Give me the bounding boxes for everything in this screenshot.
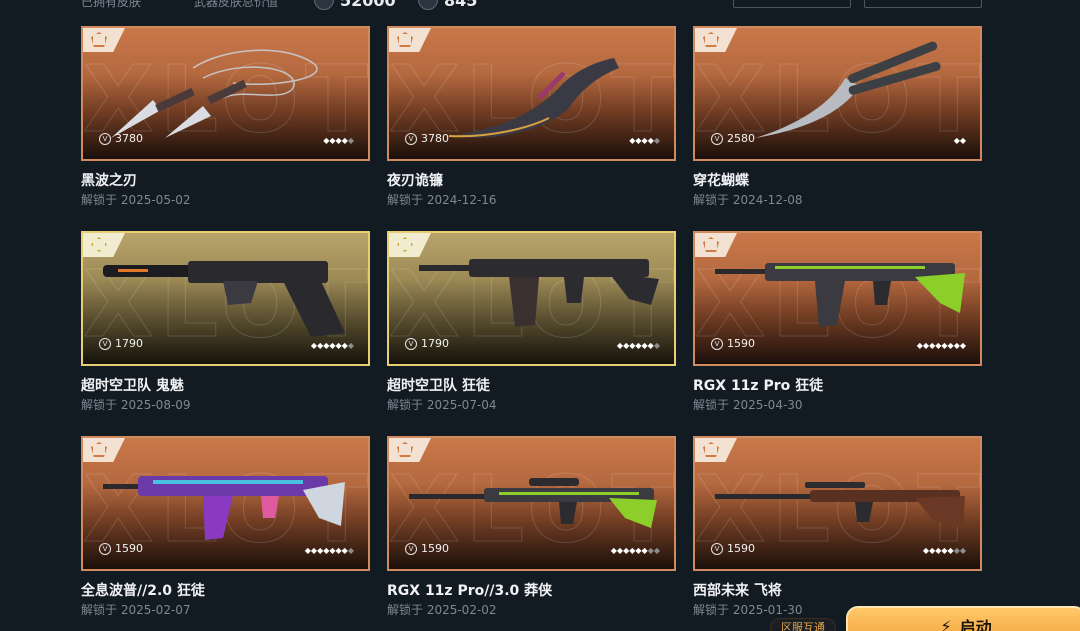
skin-price-value: 1590 (421, 542, 449, 555)
vp-currency-icon: V (99, 337, 111, 350)
skin-name: 西部未来 飞将 (693, 583, 782, 599)
deluxe-tier-icon (703, 237, 719, 252)
vp-currency-icon: V (711, 132, 723, 145)
skin-card[interactable]: XLOT V 3780 ◆◆◆◆◆ (387, 26, 676, 161)
skin-price-value: 2580 (727, 132, 755, 145)
skin-name: 全息波普//2.0 狂徒 (81, 583, 205, 599)
skin-price: V 3780 (99, 132, 143, 145)
skin-item[interactable]: XLOT V 1590 ◆◆◆◆◆◆◆◆ RGX 11z Pro//3.0 莽侠 解锁于 … (387, 436, 676, 617)
unlock-date: 解锁于 2025-02-02 (387, 603, 497, 617)
launch-button-label: 启动 (959, 618, 992, 631)
skin-rating: ◆◆◆◆◆◆◆ (616, 341, 660, 350)
unlock-date: 解锁于 2024-12-08 (693, 193, 803, 207)
rp-coin-icon (418, 0, 438, 10)
skin-rating: ◆◆◆◆◆◆◆◆ (610, 546, 660, 555)
skin-card[interactable]: XLOT V 1590 ◆◆◆◆◆◆◆ (693, 436, 982, 571)
top-summary-bar: 已拥有皮肤 武器皮肤总价值 52000 845 (0, 0, 1080, 14)
filter-button[interactable] (733, 0, 851, 8)
skin-item[interactable]: XLOT V 1790 ◆◆◆◆◆◆◆ 超时空卫队 鬼魅 解锁于 2025-08-09 (81, 231, 370, 412)
skin-price: V 1790 (405, 337, 449, 350)
skin-price: V 1590 (711, 337, 755, 350)
vp-currency-icon: V (405, 337, 417, 350)
skin-price: V 1590 (405, 542, 449, 555)
lightning-icon: ⚡ (940, 616, 952, 631)
skin-name: 黑波之刃 (81, 173, 137, 189)
skin-price: V 3780 (405, 132, 449, 145)
vp-total-value: 52000 (340, 0, 396, 10)
skin-price-value: 3780 (115, 132, 143, 145)
skin-rating: ◆◆◆◆◆ (323, 136, 354, 145)
skin-item[interactable]: XLOTV1590◆◆◆◆◆◆◆◆全息波普//2.0 狂徒解锁于 2025-02… (81, 436, 370, 617)
vp-currency-icon: V (711, 337, 723, 350)
deluxe-tier-icon (91, 442, 107, 457)
unlock-date: 解锁于 2025-08-09 (81, 398, 191, 412)
unlock-date: 解锁于 2025-04-30 (693, 398, 803, 412)
skin-name: 穿花蝴蝶 (693, 173, 749, 189)
skin-rating: ◆◆ (953, 136, 966, 145)
vp-currency-icon: V (405, 542, 417, 555)
skin-price-value: 1790 (421, 337, 449, 350)
skin-item[interactable]: XLOTV1590◆◆◆◆◆◆◆◆RGX 11z Pro 狂徒解锁于 2025-… (693, 231, 982, 412)
unlock-date: 解锁于 2025-02-07 (81, 603, 191, 617)
skin-card[interactable]: XLOTV1590◆◆◆◆◆◆◆◆ (81, 436, 370, 571)
rp-total-stat: 845 (418, 0, 477, 10)
unlock-date: 解锁于 2024-12-16 (387, 193, 497, 207)
cross-server-tag: 区服互通 (770, 618, 836, 631)
skin-item[interactable]: XLOTV1790◆◆◆◆◆◆◆超时空卫队 狂徒解锁于 2025-07-04 (387, 231, 676, 412)
skin-name: 超时空卫队 鬼魅 (81, 378, 184, 394)
vp-currency-icon: V (99, 132, 111, 145)
skin-rating: ◆◆◆◆◆ (629, 136, 660, 145)
launch-button[interactable]: ⚡ 启动 (846, 606, 1080, 631)
deluxe-tier-icon (397, 32, 413, 47)
skin-price: V 1790 (99, 337, 143, 350)
skin-card[interactable]: XLOTV1590◆◆◆◆◆◆◆◆ (387, 436, 676, 571)
skin-item[interactable]: XLOTV2580◆◆穿花蝴蝶解锁于 2024-12-08 (693, 26, 982, 207)
skin-rating: ◆◆◆◆◆◆◆ (310, 341, 354, 350)
skin-item[interactable]: XLOT V 3780 ◆◆◆◆◆ 夜刃诡镰 解锁于 2024-12-16 (387, 26, 676, 207)
skin-name: RGX 11z Pro//3.0 莽侠 (387, 583, 553, 599)
owned-skins-label: 已拥有皮肤 (81, 0, 142, 9)
rp-total-value: 845 (444, 0, 478, 10)
skin-price: V 1590 (99, 542, 143, 555)
skin-card[interactable]: XLOT V 3780 ◆◆◆◆◆ (81, 26, 370, 161)
skin-card[interactable]: XLOTV1590◆◆◆◆◆◆◆◆ (693, 231, 982, 366)
skin-card[interactable]: XLOTV2580◆◆ (693, 26, 982, 161)
skin-price: V 1590 (711, 542, 755, 555)
skin-rating: ◆◆◆◆◆◆◆◆ (304, 546, 354, 555)
skin-price-value: 3780 (421, 132, 449, 145)
skin-price-value: 1590 (115, 542, 143, 555)
deluxe-tier-icon (91, 32, 107, 47)
skins-value-label: 武器皮肤总价值 (194, 0, 279, 9)
sort-button[interactable] (864, 0, 982, 8)
select-tier-icon (397, 237, 413, 252)
skin-price-value: 1790 (115, 337, 143, 350)
vp-currency-icon: V (405, 132, 417, 145)
skin-item[interactable]: XLOT V 1590 ◆◆◆◆◆◆◆ 西部未来 飞将 解锁于 2025-01-30 (693, 436, 982, 617)
deluxe-tier-icon (397, 442, 413, 457)
vp-total-stat: 52000 (314, 0, 396, 10)
unlock-date: 解锁于 2025-05-02 (81, 193, 191, 207)
skin-price-value: 1590 (727, 337, 755, 350)
skin-name: 夜刃诡镰 (387, 173, 443, 189)
skin-price-value: 1590 (727, 542, 755, 555)
skin-price: V 2580 (711, 132, 755, 145)
skin-item[interactable]: XLOT V 3780 ◆◆◆◆◆ 黑波之刃 解锁于 2025-05-02 (81, 26, 370, 207)
skin-rating: ◆◆◆◆◆◆◆◆ (916, 341, 966, 350)
deluxe-tier-icon (703, 32, 719, 47)
skin-card[interactable]: XLOTV1790◆◆◆◆◆◆◆ (387, 231, 676, 366)
unlock-date: 解锁于 2025-07-04 (387, 398, 497, 412)
vp-currency-icon: V (99, 542, 111, 555)
deluxe-tier-icon (703, 442, 719, 457)
skin-name: RGX 11z Pro 狂徒 (693, 378, 824, 394)
select-tier-icon (91, 237, 107, 252)
vp-coin-icon (314, 0, 334, 10)
skin-card[interactable]: XLOTV1790◆◆◆◆◆◆◆ (81, 231, 370, 366)
skin-name: 超时空卫队 狂徒 (387, 378, 490, 394)
vp-currency-icon: V (711, 542, 723, 555)
skin-rating: ◆◆◆◆◆◆◆ (922, 546, 966, 555)
